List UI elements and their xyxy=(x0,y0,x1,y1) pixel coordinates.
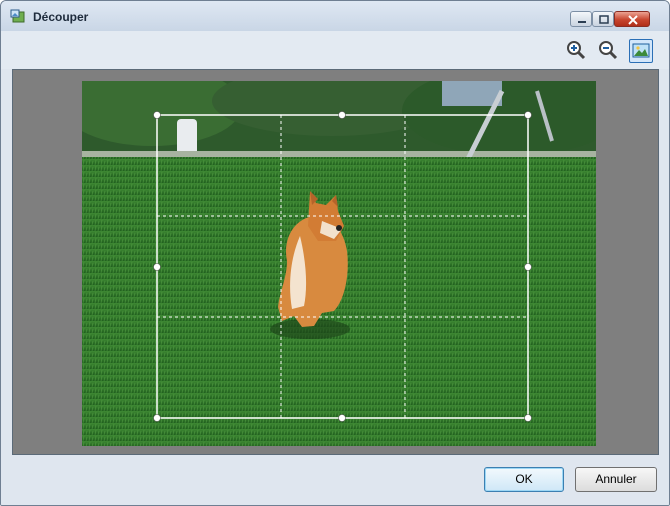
title-bar: Découper xyxy=(1,1,669,31)
crop-handle-left[interactable] xyxy=(153,263,161,271)
zoom-out-icon xyxy=(599,41,618,60)
crop-handle-right[interactable] xyxy=(524,263,532,271)
crop-handle-bottom[interactable] xyxy=(338,414,346,422)
crop-handle-top[interactable] xyxy=(338,111,346,119)
close-icon xyxy=(628,15,638,25)
photo-image xyxy=(82,81,596,446)
fit-to-window-button[interactable] xyxy=(629,39,653,63)
minimize-icon xyxy=(578,21,586,23)
ok-button[interactable]: OK xyxy=(484,467,564,492)
cancel-button[interactable]: Annuler xyxy=(575,467,657,492)
crop-handle-bottom-right[interactable] xyxy=(524,414,532,422)
crop-handle-bottom-left[interactable] xyxy=(153,414,161,422)
button-bar xyxy=(1,457,669,505)
photo-preview xyxy=(82,81,596,446)
crop-handle-top-left[interactable] xyxy=(153,111,161,119)
maximize-icon xyxy=(599,15,609,24)
close-button[interactable] xyxy=(614,11,650,27)
zoom-out-button[interactable] xyxy=(597,39,621,63)
crop-tool-icon xyxy=(10,9,25,23)
minimize-button[interactable] xyxy=(570,11,592,27)
window-title: Découper xyxy=(33,10,89,24)
fit-to-window-icon xyxy=(632,43,650,58)
zoom-in-icon xyxy=(567,41,586,60)
crop-dialog: Découper OK Annuler xyxy=(0,0,670,506)
maximize-button[interactable] xyxy=(592,11,614,27)
crop-handle-top-right[interactable] xyxy=(524,111,532,119)
zoom-in-button[interactable] xyxy=(565,39,589,63)
